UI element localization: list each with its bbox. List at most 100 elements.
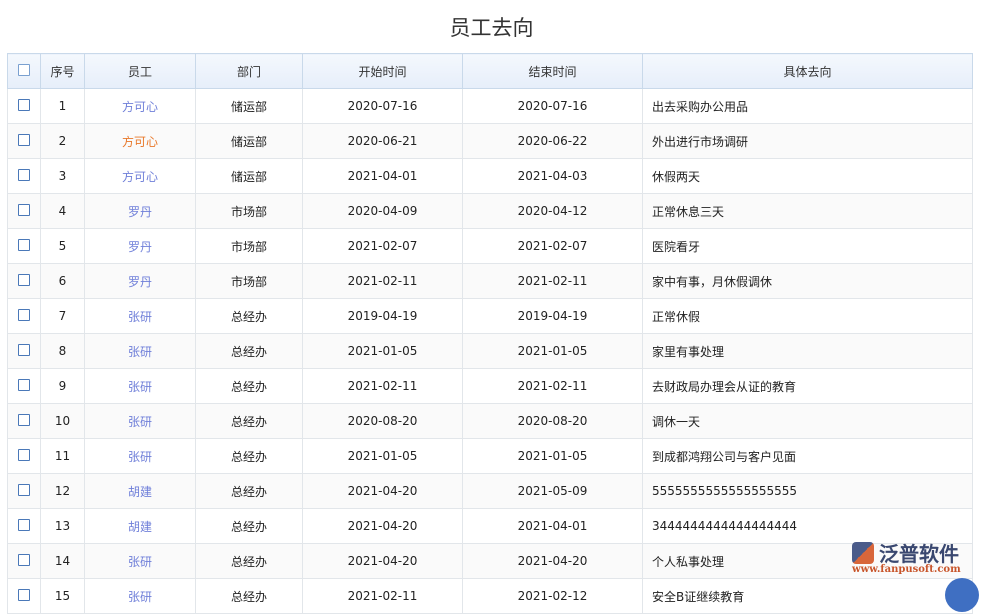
row-checkbox[interactable] xyxy=(8,404,41,439)
cell-employee[interactable]: 胡建 xyxy=(85,474,196,509)
cell-end: 2020-07-16 xyxy=(463,89,643,124)
cell-employee[interactable]: 罗丹 xyxy=(85,264,196,299)
cell-no: 8 xyxy=(41,334,85,369)
cell-destination: 去财政局办理会从证的教育 xyxy=(643,369,973,404)
cell-start: 2020-07-16 xyxy=(303,89,463,124)
cell-employee[interactable]: 方可心 xyxy=(85,124,196,159)
cell-no: 5 xyxy=(41,229,85,264)
cell-no: 4 xyxy=(41,194,85,229)
table-row[interactable]: 12 胡建 总经办 2021-04-20 2021-05-09 55555555… xyxy=(8,474,973,509)
col-header-employee[interactable]: 员工 xyxy=(85,54,196,89)
cell-destination: 正常休假 xyxy=(643,299,973,334)
cell-start: 2021-02-11 xyxy=(303,579,463,614)
table-row[interactable]: 5 罗丹 市场部 2021-02-07 2021-02-07 医院看牙 xyxy=(8,229,973,264)
table-row[interactable]: 1 方可心 储运部 2020-07-16 2020-07-16 出去采购办公用品 xyxy=(8,89,973,124)
col-header-start[interactable]: 开始时间 xyxy=(303,54,463,89)
row-checkbox[interactable] xyxy=(8,299,41,334)
row-checkbox[interactable] xyxy=(8,579,41,614)
row-checkbox[interactable] xyxy=(8,439,41,474)
cell-start: 2020-06-21 xyxy=(303,124,463,159)
cell-employee[interactable]: 张研 xyxy=(85,404,196,439)
row-checkbox[interactable] xyxy=(8,369,41,404)
table-row[interactable]: 2 方可心 储运部 2020-06-21 2020-06-22 外出进行市场调研 xyxy=(8,124,973,159)
cell-end: 2019-04-19 xyxy=(463,299,643,334)
cell-destination: 外出进行市场调研 xyxy=(643,124,973,159)
cell-no: 12 xyxy=(41,474,85,509)
cell-destination: 家里有事处理 xyxy=(643,334,973,369)
cell-dept: 市场部 xyxy=(196,194,303,229)
cell-no: 9 xyxy=(41,369,85,404)
cell-no: 13 xyxy=(41,509,85,544)
row-checkbox[interactable] xyxy=(8,159,41,194)
cell-start: 2020-04-09 xyxy=(303,194,463,229)
cell-employee[interactable]: 张研 xyxy=(85,439,196,474)
cell-employee[interactable]: 罗丹 xyxy=(85,194,196,229)
cell-dept: 总经办 xyxy=(196,299,303,334)
row-checkbox[interactable] xyxy=(8,229,41,264)
table-row[interactable]: 8 张研 总经办 2021-01-05 2021-01-05 家里有事处理 xyxy=(8,334,973,369)
cell-end: 2021-05-09 xyxy=(463,474,643,509)
row-checkbox[interactable] xyxy=(8,544,41,579)
cell-employee[interactable]: 胡建 xyxy=(85,509,196,544)
table-row[interactable]: 7 张研 总经办 2019-04-19 2019-04-19 正常休假 xyxy=(8,299,973,334)
cell-no: 10 xyxy=(41,404,85,439)
page-title: 员工去向 xyxy=(0,12,983,42)
cell-employee[interactable]: 方可心 xyxy=(85,89,196,124)
cell-end: 2021-02-07 xyxy=(463,229,643,264)
table-row[interactable]: 13 胡建 总经办 2021-04-20 2021-04-01 34444444… xyxy=(8,509,973,544)
cell-employee[interactable]: 张研 xyxy=(85,579,196,614)
cell-dept: 总经办 xyxy=(196,544,303,579)
row-checkbox[interactable] xyxy=(8,509,41,544)
cell-destination: 安全B证继续教育 xyxy=(643,579,973,614)
cell-end: 2020-08-20 xyxy=(463,404,643,439)
row-checkbox[interactable] xyxy=(8,124,41,159)
cell-employee[interactable]: 张研 xyxy=(85,544,196,579)
cell-no: 15 xyxy=(41,579,85,614)
cell-start: 2021-04-20 xyxy=(303,509,463,544)
cell-employee[interactable]: 张研 xyxy=(85,369,196,404)
floating-action-button[interactable] xyxy=(945,578,979,612)
cell-employee[interactable]: 张研 xyxy=(85,299,196,334)
cell-dept: 总经办 xyxy=(196,334,303,369)
row-checkbox[interactable] xyxy=(8,334,41,369)
col-header-destination[interactable]: 具体去向 xyxy=(643,54,973,89)
col-header-no[interactable]: 序号 xyxy=(41,54,85,89)
cell-destination: 5555555555555555555 xyxy=(643,474,973,509)
row-checkbox[interactable] xyxy=(8,89,41,124)
cell-dept: 储运部 xyxy=(196,124,303,159)
cell-start: 2021-04-20 xyxy=(303,544,463,579)
table-row[interactable]: 11 张研 总经办 2021-01-05 2021-01-05 到成都鸿翔公司与… xyxy=(8,439,973,474)
table-row[interactable]: 9 张研 总经办 2021-02-11 2021-02-11 去财政局办理会从证… xyxy=(8,369,973,404)
table-row[interactable]: 10 张研 总经办 2020-08-20 2020-08-20 调休一天 xyxy=(8,404,973,439)
cell-end: 2021-01-05 xyxy=(463,439,643,474)
data-table: 序号 员工 部门 开始时间 结束时间 具体去向 1 方可心 储运部 2020-0… xyxy=(7,53,973,614)
row-checkbox[interactable] xyxy=(8,474,41,509)
table-row[interactable]: 14 张研 总经办 2021-04-20 2021-04-20 个人私事处理 xyxy=(8,544,973,579)
table-row[interactable]: 6 罗丹 市场部 2021-02-11 2021-02-11 家中有事，月休假调… xyxy=(8,264,973,299)
cell-employee[interactable]: 张研 xyxy=(85,334,196,369)
cell-end: 2021-02-11 xyxy=(463,369,643,404)
select-all-checkbox[interactable] xyxy=(8,54,41,89)
cell-destination: 医院看牙 xyxy=(643,229,973,264)
cell-end: 2021-02-12 xyxy=(463,579,643,614)
cell-employee[interactable]: 罗丹 xyxy=(85,229,196,264)
cell-destination: 家中有事，月休假调休 xyxy=(643,264,973,299)
cell-end: 2020-04-12 xyxy=(463,194,643,229)
col-header-dept[interactable]: 部门 xyxy=(196,54,303,89)
row-checkbox[interactable] xyxy=(8,194,41,229)
cell-start: 2021-01-05 xyxy=(303,334,463,369)
table-row[interactable]: 3 方可心 储运部 2021-04-01 2021-04-03 休假两天 xyxy=(8,159,973,194)
table-row[interactable]: 4 罗丹 市场部 2020-04-09 2020-04-12 正常休息三天 xyxy=(8,194,973,229)
cell-end: 2021-04-03 xyxy=(463,159,643,194)
cell-end: 2021-02-11 xyxy=(463,264,643,299)
cell-no: 11 xyxy=(41,439,85,474)
cell-end: 2021-04-20 xyxy=(463,544,643,579)
row-checkbox[interactable] xyxy=(8,264,41,299)
cell-dept: 总经办 xyxy=(196,474,303,509)
cell-end: 2021-04-01 xyxy=(463,509,643,544)
fanpu-logo: 泛普软件 www.fanpusoft.com xyxy=(852,540,977,580)
table-row[interactable]: 15 张研 总经办 2021-02-11 2021-02-12 安全B证继续教育 xyxy=(8,579,973,614)
cell-no: 6 xyxy=(41,264,85,299)
cell-employee[interactable]: 方可心 xyxy=(85,159,196,194)
col-header-end[interactable]: 结束时间 xyxy=(463,54,643,89)
